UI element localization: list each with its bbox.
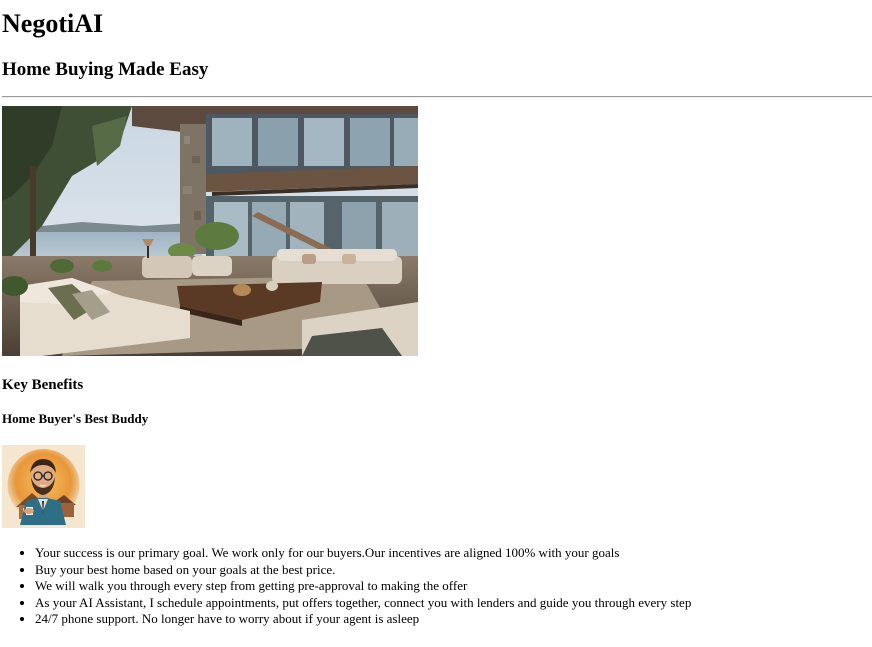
benefit-item: Buy your best home based on your goals a… — [35, 562, 691, 579]
page: NegotiAI Home Buying Made Easy Key Benef… — [0, 0, 872, 647]
benefits-list: Your success is our primary goal. We wor… — [0, 545, 691, 628]
benefit-item: Your success is our primary goal. We wor… — [35, 545, 691, 562]
best-buddy-subheading: Home Buyer's Best Buddy — [2, 411, 149, 426]
header-divider — [2, 96, 872, 98]
brand-title: NegotiAI — [2, 9, 104, 38]
benefit-item: As your AI Assistant, I schedule appoint… — [35, 595, 691, 612]
assistant-avatar — [2, 445, 85, 528]
key-benefits-heading: Key Benefits — [2, 377, 84, 393]
hero-image — [2, 106, 418, 356]
benefit-item: 24/7 phone support. No longer have to wo… — [35, 611, 691, 628]
hero-tagline: Home Buying Made Easy — [2, 59, 209, 80]
benefit-item: We will walk you through every step from… — [35, 578, 691, 595]
